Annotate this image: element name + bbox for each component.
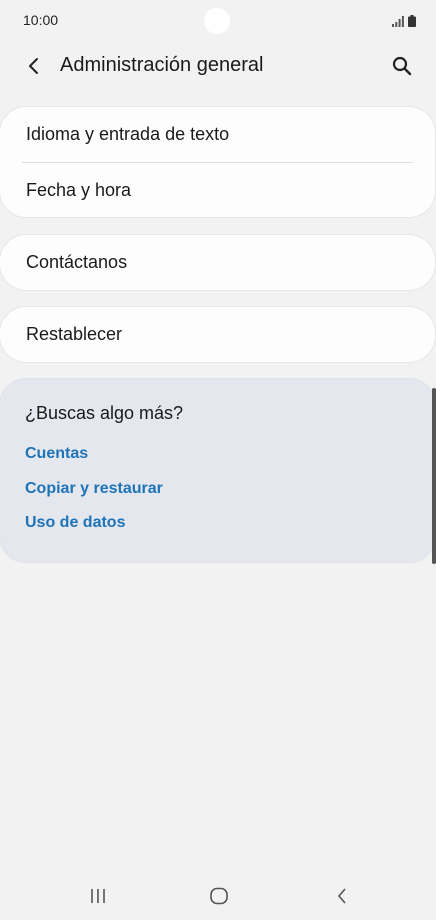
home-button[interactable]	[205, 884, 233, 908]
settings-group-language-date: Idioma y entrada de texto Fecha y hora	[0, 107, 435, 217]
recent-apps-button[interactable]	[84, 884, 112, 908]
page-title: Administración general	[60, 54, 264, 76]
setting-label: Restablecer	[26, 324, 123, 344]
camera-cutout	[204, 8, 230, 34]
settings-group-reset: Restablecer	[0, 307, 435, 362]
setting-language-input[interactable]: Idioma y entrada de texto	[0, 107, 435, 162]
setting-contact-us[interactable]: Contáctanos	[0, 235, 435, 290]
home-icon	[210, 887, 228, 905]
back-button[interactable]	[20, 52, 48, 80]
navigation-bar	[0, 872, 436, 920]
battery-icon	[408, 15, 416, 27]
signal-icon	[392, 16, 404, 27]
app-header: Administración general	[0, 44, 436, 88]
status-icons	[392, 13, 416, 27]
nav-back-button[interactable]	[328, 884, 356, 908]
suggestions-title: ¿Buscas algo más?	[25, 403, 184, 423]
setting-reset[interactable]: Restablecer	[0, 307, 435, 362]
search-icon	[392, 56, 412, 76]
setting-date-time[interactable]: Fecha y hora	[0, 163, 435, 217]
back-icon	[338, 888, 346, 904]
scrollbar[interactable]	[432, 388, 436, 564]
recent-apps-icon	[91, 889, 105, 903]
chevron-left-icon	[29, 58, 38, 74]
settings-group-contact: Contáctanos	[0, 235, 435, 290]
setting-label: Fecha y hora	[26, 179, 132, 200]
search-button[interactable]	[388, 52, 416, 80]
setting-label: Idioma y entrada de texto	[26, 124, 230, 144]
suggestion-link-accounts[interactable]: Cuentas	[25, 445, 88, 463]
suggestion-link-data-usage[interactable]: Uso de datos	[25, 514, 125, 532]
suggestions-card: ¿Buscas algo más? Cuentas Copiar y resta…	[0, 379, 435, 562]
status-bar: 10:00	[0, 0, 436, 44]
suggestion-link-backup-restore[interactable]: Copiar y restaurar	[25, 480, 163, 498]
setting-label: Contáctanos	[26, 252, 128, 272]
status-time: 10:00	[23, 12, 59, 28]
